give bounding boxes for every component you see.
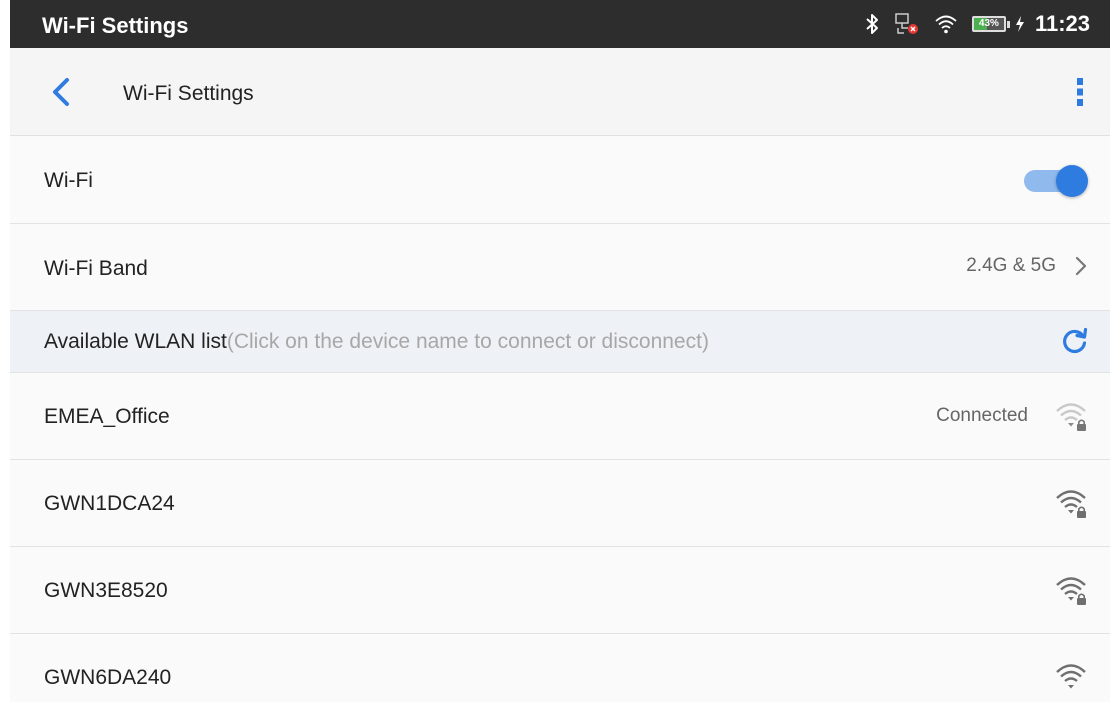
- wifi-secured-icon: [1054, 573, 1088, 607]
- refresh-icon[interactable]: [1060, 326, 1090, 356]
- network-row[interactable]: EMEA_Office Connected: [10, 373, 1110, 460]
- network-name: GWN6DA240: [44, 666, 172, 689]
- network-row[interactable]: GWN3E8520: [10, 547, 1110, 634]
- charging-icon: [1015, 16, 1025, 32]
- wlan-list-title: Available WLAN list: [44, 330, 227, 353]
- battery-level: 43%: [971, 16, 1006, 32]
- chevron-left-icon: [53, 78, 69, 106]
- status-time: 11:23: [1034, 11, 1090, 36]
- status-bar: Wi-Fi Settings 43% 11:23: [10, 0, 1110, 48]
- wifi-secured-icon: [1054, 399, 1088, 433]
- toggle-thumb: [1056, 165, 1088, 197]
- device-screen: Wi-Fi Settings 43% 11:23 Wi-Fi Settings …: [10, 0, 1110, 702]
- battery-icon: 43%: [971, 16, 1010, 32]
- app-bar: Wi-Fi Settings: [10, 48, 1110, 136]
- wlan-list-hint: (Click on the device name to connect or …: [226, 330, 709, 353]
- bluetooth-icon: [864, 13, 880, 35]
- network-status: Connected: [936, 405, 1028, 426]
- battery-cap: [1006, 20, 1010, 28]
- page-title: Wi-Fi Settings: [123, 82, 254, 105]
- wlan-list-header-text: Available WLAN list(Click on the device …: [44, 330, 709, 354]
- wifi-label: Wi-Fi: [44, 169, 93, 192]
- wifi-signal-icon: [1054, 660, 1088, 694]
- network-name: GWN3E8520: [44, 579, 168, 602]
- network-row[interactable]: GWN1DCA24: [10, 460, 1110, 547]
- wifi-band-row[interactable]: Wi-Fi Band 2.4G & 5G: [10, 224, 1110, 311]
- network-row[interactable]: GWN6DA240: [10, 634, 1110, 702]
- wifi-toggle[interactable]: [1022, 163, 1088, 197]
- more-vertical-icon: [1077, 78, 1083, 106]
- wifi-band-value: 2.4G & 5G: [966, 255, 1056, 276]
- overflow-menu-button[interactable]: [1068, 74, 1092, 110]
- status-bar-title: Wi-Fi Settings: [42, 13, 189, 38]
- network-name: EMEA_Office: [44, 405, 170, 428]
- wifi-secured-icon: [1054, 486, 1088, 520]
- back-button[interactable]: [44, 74, 80, 110]
- wlan-list-header: Available WLAN list(Click on the device …: [10, 311, 1110, 373]
- status-icons: 43% 11:23: [850, 10, 1090, 38]
- battery-text: 43%: [978, 18, 999, 29]
- ethernet-disconnected-icon: [894, 12, 920, 36]
- network-name: GWN1DCA24: [44, 492, 175, 515]
- wifi-toggle-row[interactable]: Wi-Fi: [10, 137, 1110, 224]
- wifi-icon: [934, 14, 958, 34]
- wifi-band-label: Wi-Fi Band: [44, 257, 148, 280]
- chevron-right-icon: [1074, 254, 1088, 278]
